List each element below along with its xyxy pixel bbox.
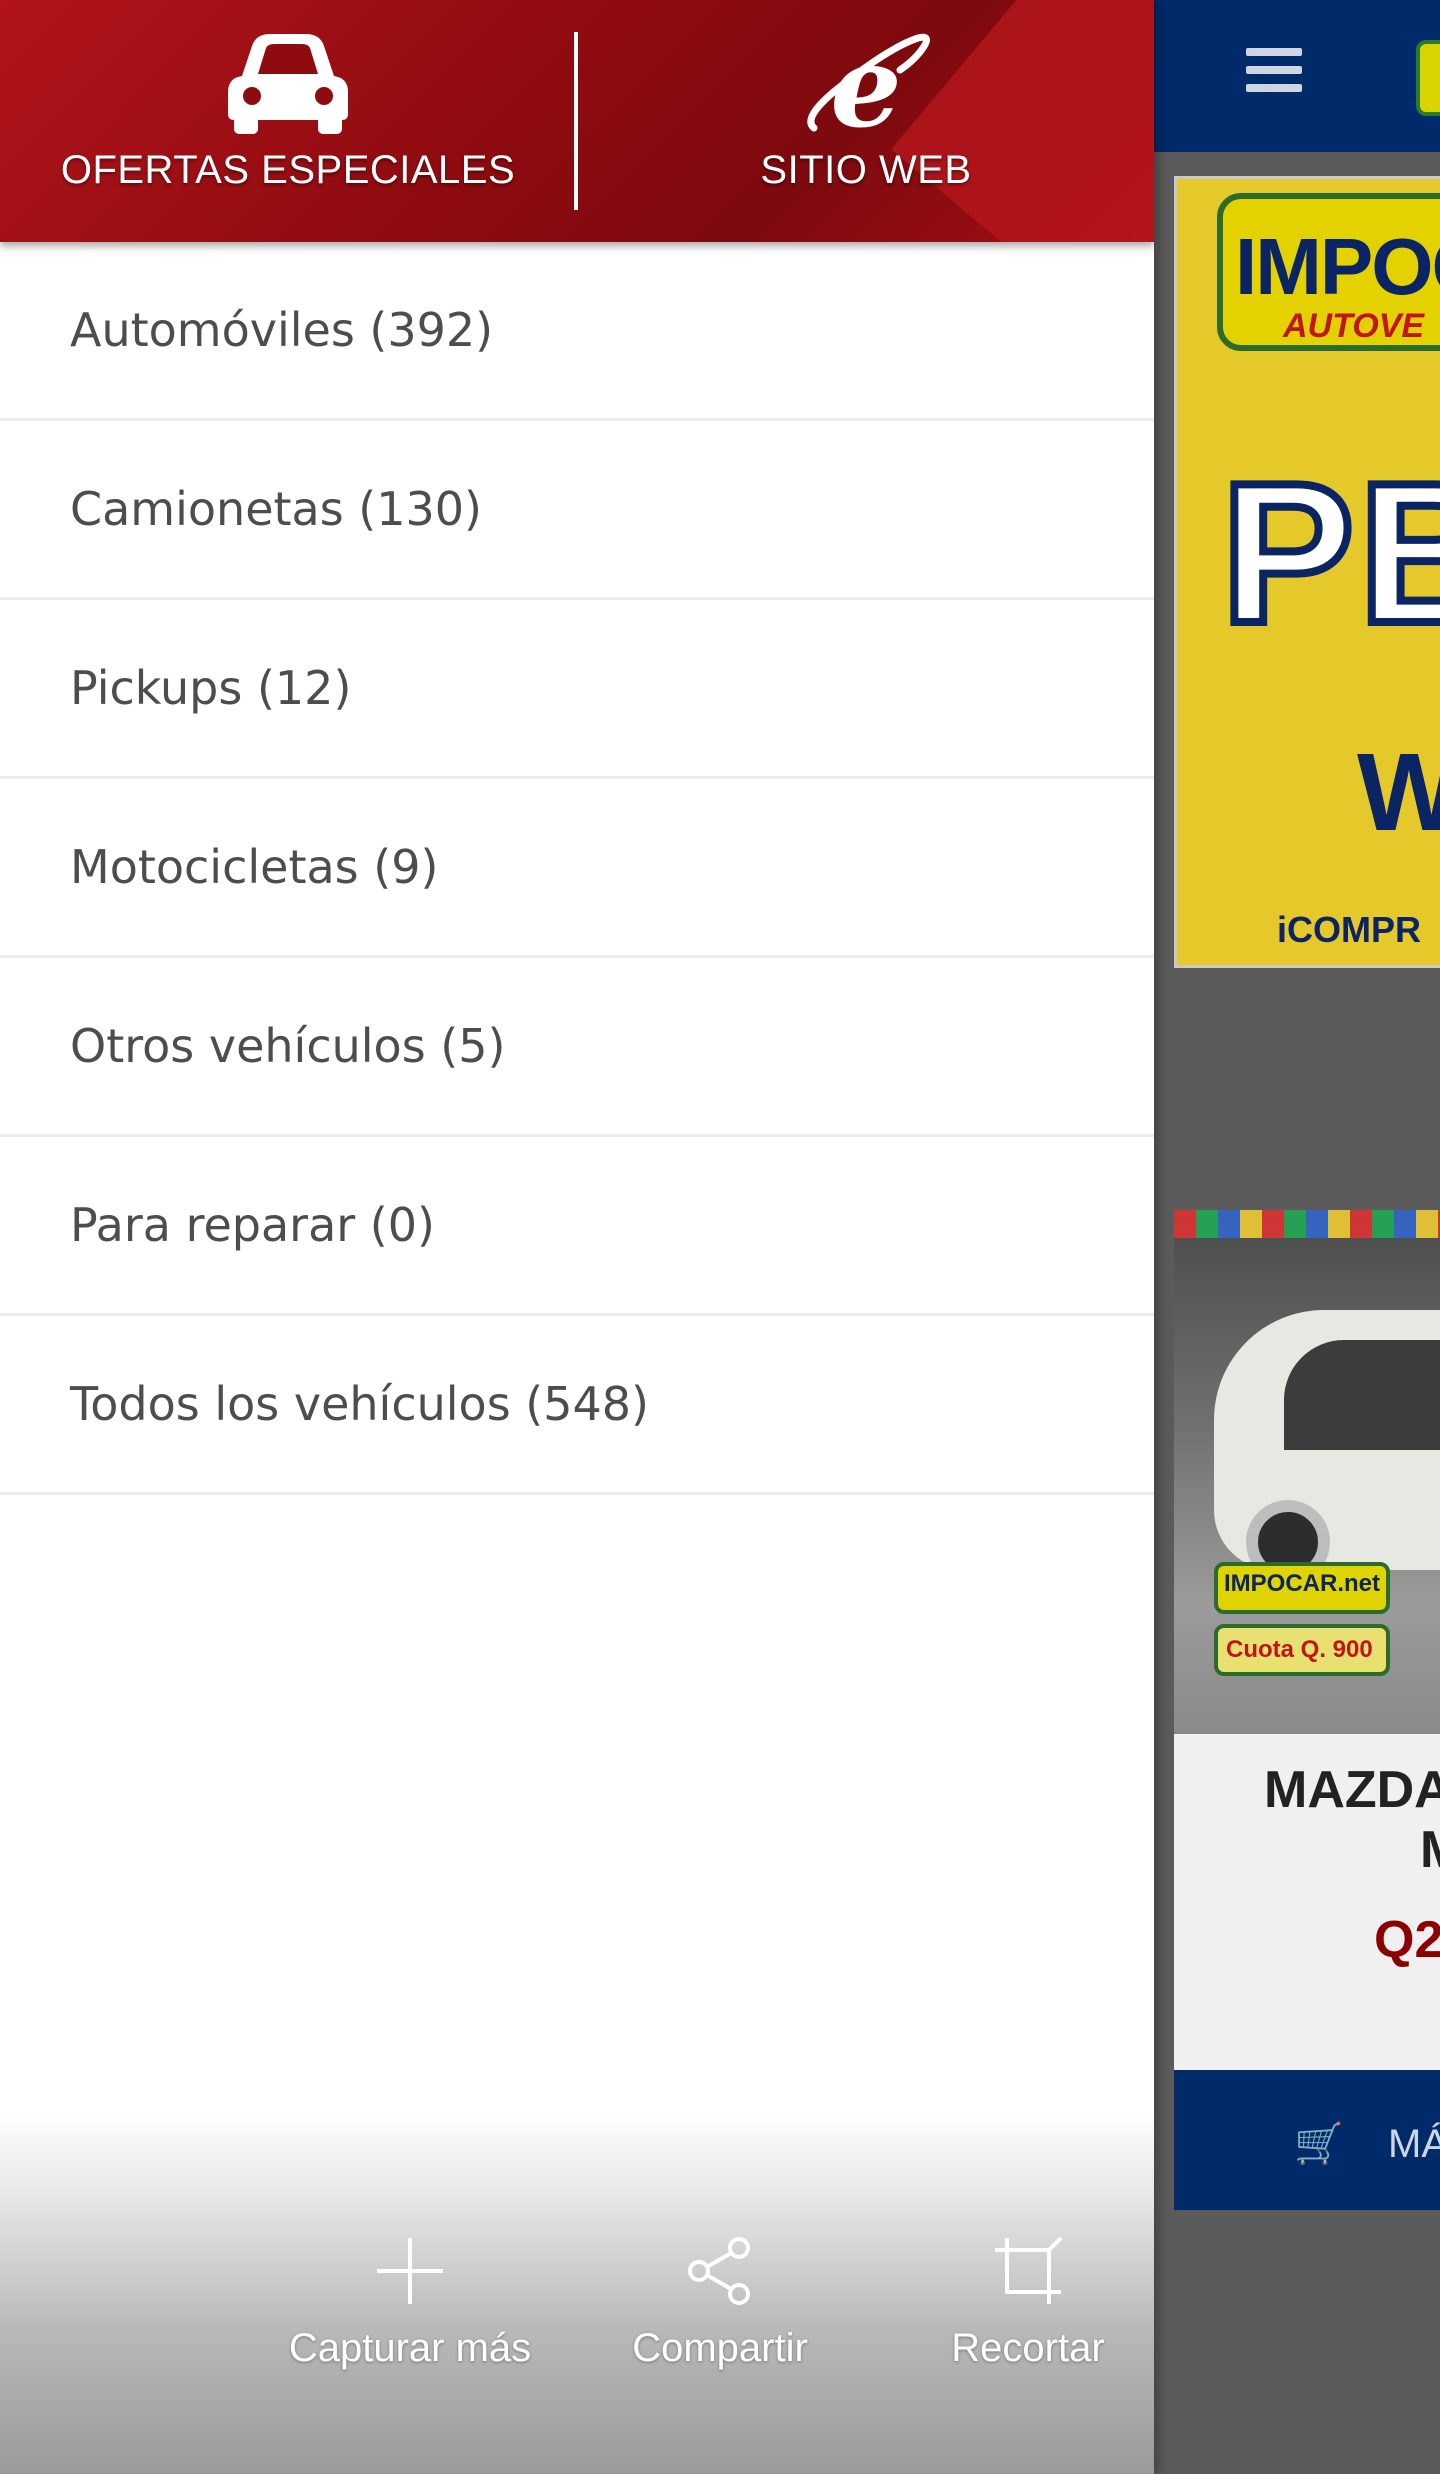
crop-label: Recortar: [951, 2326, 1105, 2370]
drawer-header: OFERTAS ESPECIALES e SITIO WEB: [0, 0, 1154, 242]
website-label: SITIO WEB: [760, 148, 972, 192]
vehicle-title-line2: M: [1420, 1820, 1440, 1880]
more-button-label: MÁS: [1388, 2122, 1440, 2166]
promo-banner[interactable]: IMPOC AUTOVE PB W iCOMPR: [1174, 176, 1440, 968]
special-offers-label: OFERTAS ESPECIALES: [60, 148, 516, 192]
category-item-camionetas[interactable]: Camionetas (130): [0, 421, 1154, 600]
banner-subline: W: [1357, 729, 1440, 856]
category-item-motocicletas[interactable]: Motocicletas (9): [0, 779, 1154, 958]
navigation-drawer: OFERTAS ESPECIALES e SITIO WEB Automóvil…: [0, 0, 1154, 2474]
share-button[interactable]: Compartir: [570, 2236, 870, 2396]
category-item-automoviles[interactable]: Automóviles (392): [0, 242, 1154, 421]
banner-logo-subtext: AUTOVE: [1283, 307, 1425, 345]
crop-button[interactable]: Recortar: [878, 2236, 1154, 2396]
photo-badge-logo: IMPOCAR.net: [1214, 1562, 1390, 1614]
vehicle-price: Q2: [1374, 1911, 1440, 1969]
category-label: Camionetas (130): [70, 482, 483, 536]
category-label: Otros vehículos (5): [70, 1019, 506, 1073]
capture-more-label: Capturar más: [288, 2326, 532, 2370]
website-button[interactable]: e SITIO WEB: [578, 0, 1154, 242]
photo-badge-price: Cuota Q. 900: [1214, 1624, 1390, 1676]
category-label: Pickups (12): [70, 661, 352, 715]
category-item-pickups[interactable]: Pickups (12): [0, 600, 1154, 779]
special-offers-button[interactable]: OFERTAS ESPECIALES: [0, 0, 576, 242]
banner-logo-text: IMPOC: [1235, 222, 1440, 311]
vehicle-card[interactable]: IMPOCAR.net Cuota Q. 900 MAZDA M Q2: [1174, 1210, 1440, 2070]
category-item-para-reparar[interactable]: Para reparar (0): [0, 1137, 1154, 1316]
topbar-logo: [1416, 40, 1440, 116]
share-icon: [688, 2237, 750, 2305]
more-button[interactable]: 🛒 MÁS: [1174, 2070, 1440, 2210]
hamburger-menu-icon[interactable]: [1246, 48, 1302, 98]
car-icon: [228, 34, 348, 134]
banner-logo: IMPOC AUTOVE: [1217, 193, 1440, 351]
internet-explorer-icon: e: [807, 32, 930, 136]
category-label: Todos los vehículos (548): [70, 1377, 649, 1431]
capture-more-button[interactable]: Capturar más: [260, 2236, 560, 2396]
banner-headline: PB: [1217, 438, 1440, 669]
banner-bottom-text: iCOMPR: [1277, 909, 1421, 950]
category-list: Automóviles (392) Camionetas (130) Picku…: [0, 242, 1154, 1495]
crop-icon: [995, 2236, 1063, 2304]
photo-car-window: [1284, 1340, 1440, 1450]
category-item-otros-vehiculos[interactable]: Otros vehículos (5): [0, 958, 1154, 1137]
vehicle-photo: IMPOCAR.net Cuota Q. 900: [1174, 1210, 1440, 1734]
photo-flags: [1174, 1210, 1440, 1238]
category-label: Automóviles (392): [70, 303, 494, 357]
category-item-todos[interactable]: Todos los vehículos (548): [0, 1316, 1154, 1495]
plus-icon: [377, 2238, 443, 2304]
background-page: IMPOC AUTOVE PB W iCOMPR IMPOCAR.net Cuo…: [1154, 0, 1440, 2474]
category-label: Motocicletas (9): [70, 840, 439, 894]
category-label: Para reparar (0): [70, 1198, 435, 1252]
cart-icon: 🛒: [1294, 2121, 1344, 2167]
vehicle-title: MAZDA: [1264, 1761, 1440, 1819]
background-topbar: [1154, 0, 1440, 152]
share-label: Compartir: [632, 2326, 808, 2370]
